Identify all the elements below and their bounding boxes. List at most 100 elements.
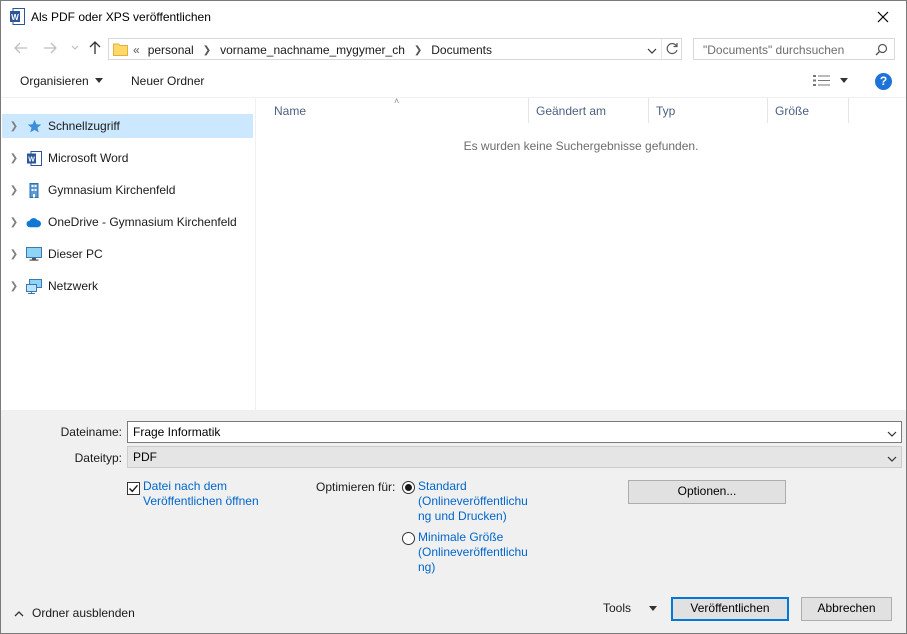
svg-text:W: W <box>11 13 19 22</box>
empty-message: Es wurden keine Suchergebnisse gefunden. <box>463 139 699 153</box>
save-options-panel: Dateiname: Frage Informatik Dateityp: PD… <box>1 410 906 633</box>
address-dropdown-button[interactable] <box>647 44 657 58</box>
arrow-up-icon <box>89 41 101 54</box>
command-bar: Organisieren Neuer Ordner ? <box>1 66 906 98</box>
tools-label: Tools <box>603 601 632 615</box>
minimum-line1: Minimale Größe <box>418 530 504 544</box>
filename-value: Frage Informatik <box>133 425 221 439</box>
close-button[interactable] <box>860 1 906 32</box>
computer-icon <box>26 246 42 262</box>
nav-label: OneDrive - Gymnasium Kirchenfeld <box>48 215 237 229</box>
options-button[interactable]: Optionen... <box>628 480 786 504</box>
column-header-modified[interactable]: Geändert am <box>529 98 649 123</box>
building-icon <box>26 182 42 198</box>
optimize-minimum-label[interactable]: Minimale Größe (Onlineveröffentlichu ng) <box>418 530 528 575</box>
star-icon <box>26 118 42 134</box>
column-header-type[interactable]: Typ <box>649 98 768 123</box>
word-app-icon: W <box>10 8 25 25</box>
minimum-line2: (Onlineveröffentlichu <box>418 545 528 559</box>
cancel-button[interactable]: Abbrechen <box>801 597 892 621</box>
chevron-down-icon <box>647 48 657 54</box>
column-header-name[interactable]: Name <box>267 98 529 123</box>
nav-item-onedrive[interactable]: ❯ OneDrive - Gymnasium Kirchenfeld <box>2 210 253 234</box>
navigation-row: « personal ❯ vorname_nachname_mygymer_ch… <box>1 32 906 66</box>
arrow-right-icon <box>44 42 57 54</box>
optimize-standard-label[interactable]: Standard (Onlineveröffentlichu ng und Dr… <box>418 479 528 524</box>
open-after-line1: Datei nach dem <box>143 479 228 493</box>
column-header-size[interactable]: Größe <box>768 98 849 123</box>
caret-down-icon <box>94 78 103 83</box>
tools-menu[interactable]: Tools <box>603 601 658 615</box>
search-box[interactable]: "Documents" durchsuchen <box>693 38 895 60</box>
nav-item-this-pc[interactable]: ❯ Dieser PC <box>2 242 253 266</box>
back-button[interactable] <box>12 38 30 58</box>
question-icon: ? <box>879 74 888 88</box>
nav-item-network[interactable]: ❯ Netzwerk <box>2 274 253 298</box>
forward-button[interactable] <box>41 38 59 58</box>
publish-button[interactable]: Veröffentlichen <box>671 597 789 621</box>
help-button[interactable]: ? <box>875 73 892 90</box>
minimum-line3: ng) <box>418 560 436 574</box>
svg-text:W: W <box>28 156 35 163</box>
standard-line1: Standard <box>418 479 467 493</box>
filetype-select[interactable]: PDF <box>127 446 902 468</box>
chevron-right-icon[interactable]: ❯ <box>2 217 22 228</box>
chevron-right-icon[interactable]: ❯ <box>2 153 22 164</box>
optimize-minimum-radio[interactable] <box>402 532 415 545</box>
chevron-right-icon[interactable]: ❯ <box>2 281 22 292</box>
checkmark-icon <box>129 484 139 493</box>
nav-label: Microsoft Word <box>48 151 129 165</box>
breadcrumb: « personal ❯ vorname_nachname_mygymer_ch… <box>133 43 492 57</box>
cloud-icon <box>26 214 42 230</box>
open-after-publish-checkbox[interactable] <box>127 482 140 495</box>
word-icon: W <box>26 150 42 166</box>
optimize-label: Optimieren für: <box>316 480 396 494</box>
chevron-down-icon[interactable] <box>887 427 897 441</box>
chevron-down-icon <box>71 45 79 50</box>
organize-menu[interactable]: Organisieren <box>20 74 103 88</box>
filename-field[interactable]: Frage Informatik <box>127 421 902 443</box>
navigation-pane: ❯ Schnellzugriff ❯ W Microsoft Word ❯ Gy… <box>1 98 255 410</box>
network-icon <box>26 278 42 294</box>
chevron-right-icon[interactable]: ❯ <box>414 45 422 56</box>
open-after-publish-label[interactable]: Datei nach dem Veröffentlichen öffnen <box>143 479 259 509</box>
refresh-button[interactable] <box>665 42 679 59</box>
details-view-icon <box>813 75 830 86</box>
standard-line3: ng und Drucken) <box>418 509 507 523</box>
breadcrumb-item[interactable]: vorname_nachname_mygymer_ch <box>220 43 405 57</box>
standard-line2: (Onlineveröffentlichu <box>418 494 528 508</box>
optimize-standard-radio[interactable] <box>402 481 415 494</box>
organize-label: Organisieren <box>20 74 89 88</box>
file-list[interactable]: ˄ Name Geändert am Typ Größe Es wurden k… <box>256 96 906 410</box>
view-options-button[interactable] <box>813 74 848 87</box>
breadcrumb-item[interactable]: personal <box>148 43 194 57</box>
up-button[interactable] <box>86 38 104 58</box>
nav-item-gymnasium-kirchenfeld[interactable]: ❯ Gymnasium Kirchenfeld <box>2 178 253 202</box>
recent-locations-button[interactable] <box>66 38 84 58</box>
breadcrumb-item[interactable]: Documents <box>431 43 492 57</box>
chevron-right-icon[interactable]: ❯ <box>2 249 22 260</box>
title-bar: W Als PDF oder XPS veröffentlichen <box>1 1 906 32</box>
caret-down-icon <box>649 605 658 611</box>
window-title: Als PDF oder XPS veröffentlichen <box>31 10 211 24</box>
chevron-up-icon <box>14 610 24 616</box>
chevron-down-icon <box>887 452 897 466</box>
breadcrumb-overflow[interactable]: « <box>133 43 140 57</box>
nav-label: Schnellzugriff <box>48 119 120 133</box>
nav-item-quick-access[interactable]: ❯ Schnellzugriff <box>2 114 253 138</box>
refresh-icon <box>666 42 678 55</box>
new-folder-button[interactable]: Neuer Ordner <box>131 74 204 88</box>
chevron-right-icon[interactable]: ❯ <box>2 185 22 196</box>
radio-selected-dot <box>405 484 412 491</box>
search-icon[interactable] <box>875 43 888 59</box>
open-after-line2: Veröffentlichen öffnen <box>143 494 259 508</box>
chevron-right-icon[interactable]: ❯ <box>2 121 22 132</box>
caret-down-icon <box>840 78 848 83</box>
hide-folders-button[interactable]: Ordner ausblenden <box>14 606 135 620</box>
close-icon <box>877 11 889 22</box>
search-placeholder: "Documents" durchsuchen <box>703 43 845 57</box>
nav-item-microsoft-word[interactable]: ❯ W Microsoft Word <box>2 146 253 170</box>
address-bar[interactable]: « personal ❯ vorname_nachname_mygymer_ch… <box>108 38 682 60</box>
chevron-right-icon[interactable]: ❯ <box>203 45 211 56</box>
nav-label: Gymnasium Kirchenfeld <box>48 183 176 197</box>
